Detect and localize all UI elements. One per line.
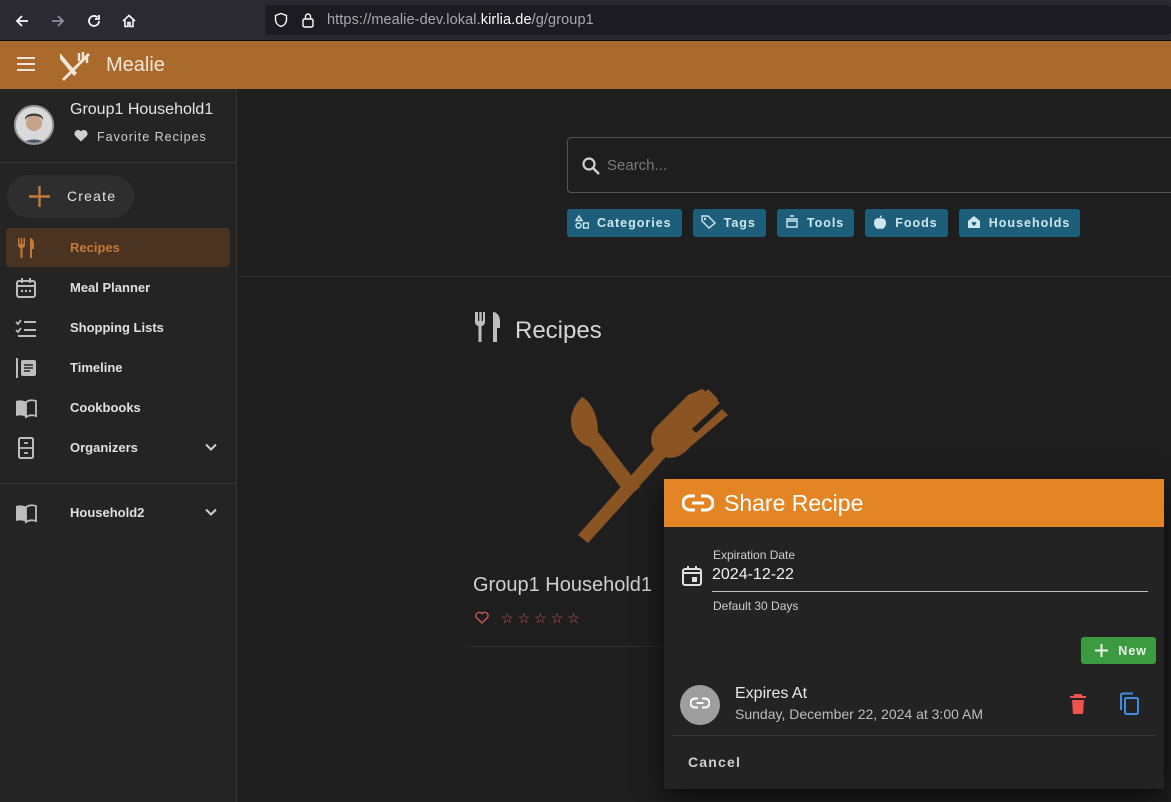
app-title[interactable]: Mealie [106, 54, 165, 77]
favorite-recipes-label: Favorite Recipes [97, 130, 207, 144]
link-icon [681, 490, 715, 521]
back-icon[interactable] [9, 8, 35, 34]
sidebar-item-label: Meal Planner [70, 280, 151, 295]
sidebar-item-recipes[interactable]: Recipes [6, 228, 230, 267]
sidebar-item-label: Recipes [70, 240, 120, 255]
forward-icon[interactable] [45, 8, 71, 34]
copy-icon[interactable] [1118, 692, 1140, 721]
sidebar-item-shopping-lists[interactable]: Shopping Lists [6, 308, 230, 347]
sidebar-item-timeline[interactable]: Timeline [6, 348, 230, 387]
chip-label: Households [988, 216, 1071, 230]
star-outline-icon[interactable]: ☆ [501, 610, 514, 627]
recipe-card-title[interactable]: Group1 Household1 [473, 574, 652, 597]
dialog-divider [672, 735, 1156, 736]
new-link-label: New [1118, 643, 1147, 658]
plus-icon [28, 185, 51, 213]
link-icon [689, 696, 711, 715]
search-icon [582, 157, 600, 180]
chip-label: Foods [895, 216, 938, 230]
chip-foods[interactable]: Foods [865, 209, 948, 237]
home-icon[interactable] [116, 8, 142, 34]
star-outline-icon[interactable]: ☆ [534, 610, 547, 627]
tracking-shield-icon[interactable] [273, 12, 289, 33]
fork-knife-icon [15, 237, 37, 259]
link-title: Expires At [735, 685, 808, 702]
favorite-recipes-link[interactable]: Favorite Recipes [74, 129, 207, 145]
chevron-down-icon[interactable] [204, 440, 218, 459]
chip-tools[interactable]: Tools [776, 209, 855, 237]
star-outline-icon[interactable]: ☆ [551, 610, 564, 627]
main-divider [238, 276, 1171, 277]
shapes-icon [574, 214, 590, 232]
calendar-icon [15, 277, 37, 299]
create-button[interactable]: Create [7, 175, 134, 218]
dialog-title: Share Recipe [724, 490, 864, 516]
section-title-text: Recipes [515, 316, 602, 344]
search-input[interactable]: Search... [567, 137, 1171, 193]
heart-icon [74, 129, 88, 145]
chip-label: Tools [806, 216, 845, 230]
sidebar-item-label: Organizers [70, 440, 138, 455]
link-expiry: Sunday, December 22, 2024 at 3:00 AM [735, 706, 984, 722]
link-avatar [680, 685, 720, 725]
recipe-card-rating: ☆ ☆ ☆ ☆ ☆ [475, 610, 580, 627]
user-block: Group1 Household1 Favorite Recipes [0, 89, 237, 163]
new-link-button[interactable]: New [1081, 637, 1156, 664]
cancel-button[interactable]: Cancel [688, 754, 741, 770]
chip-label: Tags [723, 216, 756, 230]
sidebar-item-label: Shopping Lists [70, 320, 164, 335]
expiration-date-label: Expiration Date [713, 548, 796, 562]
sidebar-item-meal-planner[interactable]: Meal Planner [6, 268, 230, 307]
checklist-icon [15, 317, 37, 339]
url-text: https://mealie-dev.lokal.kirlia.de/g/gro… [327, 12, 594, 28]
section-title: Recipes [473, 311, 602, 350]
sidebar-item-cookbooks[interactable]: Cookbooks [6, 388, 230, 427]
plus-icon [1095, 644, 1108, 660]
expiration-date-underline [712, 591, 1148, 592]
dialog-header: Share Recipe [664, 479, 1164, 527]
delete-icon[interactable] [1068, 693, 1088, 720]
sidebar-item-label: Cookbooks [70, 400, 141, 415]
search-placeholder: Search... [607, 157, 668, 174]
url-bar[interactable]: https://mealie-dev.lokal.kirlia.de/g/gro… [265, 5, 1171, 35]
sidebar-item-organizers[interactable]: Organizers [6, 428, 230, 467]
heart-outline-icon[interactable] [475, 611, 489, 627]
app-bar: Mealie [0, 41, 1171, 89]
chip-categories[interactable]: Categories [567, 209, 682, 237]
share-recipe-dialog: Share Recipe Expiration Date 2024-12-22 … [664, 479, 1164, 789]
star-outline-icon[interactable]: ☆ [518, 610, 531, 627]
browser-toolbar: https://mealie-dev.lokal.kirlia.de/g/gro… [0, 0, 1171, 41]
tag-icon [700, 214, 716, 232]
filter-chips: Categories Tags Tools Foods Households [567, 209, 1081, 237]
mealie-logo-icon[interactable] [57, 49, 91, 88]
star-outline-icon[interactable]: ☆ [567, 610, 580, 627]
home-heart-icon [967, 215, 981, 232]
card-divider [466, 646, 666, 647]
create-label: Create [67, 188, 117, 204]
apple-icon [873, 214, 887, 232]
fork-knife-icon [473, 311, 503, 350]
sidebar-item-label: Household2 [70, 505, 145, 520]
expiration-date-hint: Default 30 Days [713, 599, 799, 613]
sidebar: Group1 Household1 Favorite Recipes Creat… [0, 89, 237, 802]
expiration-date-field[interactable]: 2024-12-22 [712, 566, 794, 584]
chevron-down-icon[interactable] [204, 505, 218, 524]
sidebar-item-label: Timeline [70, 360, 123, 375]
pot-icon [785, 214, 799, 232]
reload-icon[interactable] [81, 8, 107, 34]
user-name: Group1 Household1 [70, 101, 214, 118]
book-open-icon [15, 397, 37, 419]
lock-icon[interactable] [301, 12, 315, 33]
sidebar-item-household2[interactable]: Household2 [6, 493, 230, 532]
chip-label: Categories [597, 216, 672, 230]
menu-icon[interactable] [16, 56, 36, 77]
calendar-icon[interactable] [681, 565, 703, 592]
sidebar-divider [0, 483, 237, 484]
chip-households[interactable]: Households [958, 209, 1081, 237]
book-open-icon [15, 502, 37, 524]
file-cabinet-icon [15, 437, 37, 459]
timeline-icon [15, 357, 37, 379]
avatar[interactable] [14, 105, 54, 145]
chip-tags[interactable]: Tags [692, 209, 766, 237]
